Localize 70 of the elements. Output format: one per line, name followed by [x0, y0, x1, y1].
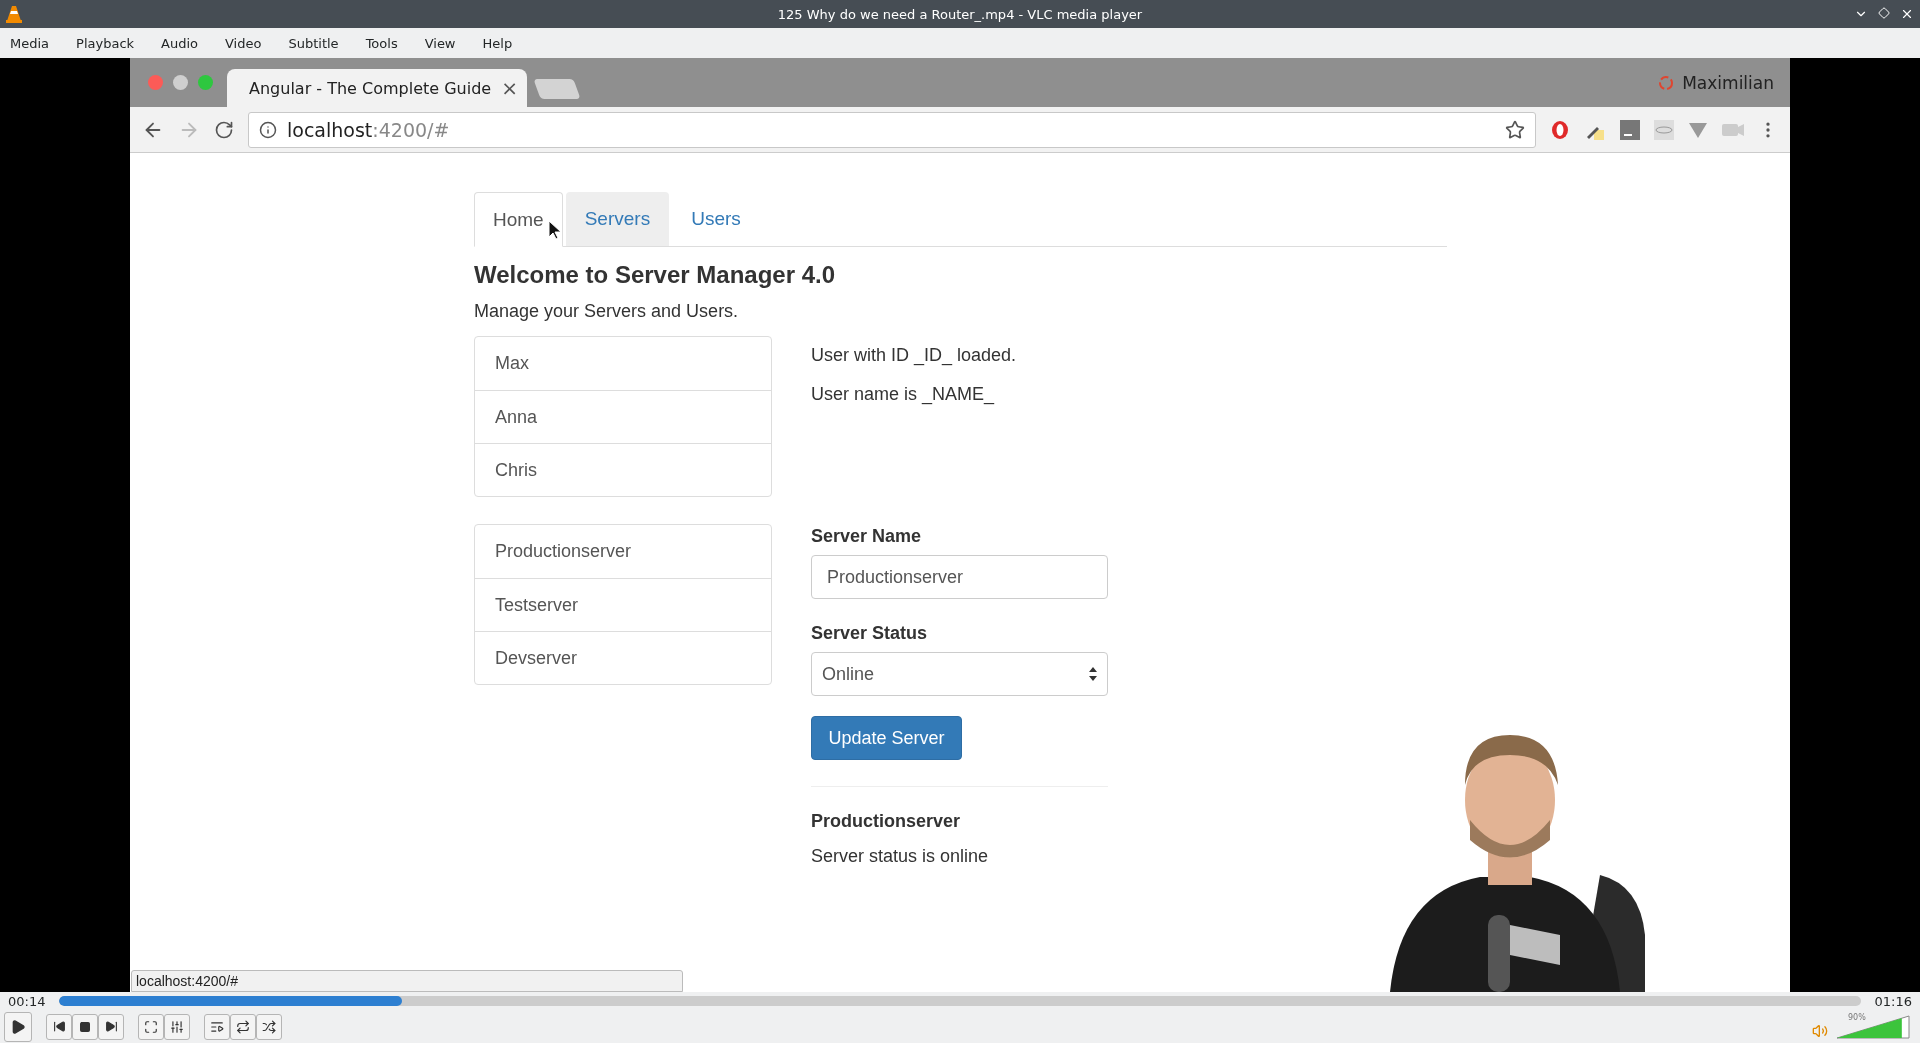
- user-info-text: User with ID _ID_ loaded.: [811, 344, 1018, 368]
- extension-icon[interactable]: [1550, 119, 1570, 140]
- playlist-button[interactable]: [204, 1013, 230, 1040]
- volume-reading: 90%: [1848, 1012, 1866, 1022]
- seek-bar[interactable]: [59, 996, 1861, 1006]
- loop-icon: [236, 1019, 250, 1034]
- previous-icon: [52, 1020, 66, 1033]
- nav-tab[interactable]: Home: [474, 192, 563, 247]
- browser-tab[interactable]: Angular - The Complete Guide ×: [227, 69, 527, 107]
- server-item[interactable]: Productionserver: [475, 525, 771, 578]
- user-item[interactable]: Chris: [475, 443, 771, 496]
- address-field[interactable]: localhost:4200/#: [248, 111, 1536, 148]
- stop-icon: [79, 1020, 91, 1033]
- fullscreen-button[interactable]: [138, 1013, 164, 1040]
- nav-tab[interactable]: Servers: [565, 192, 670, 246]
- url-path: :4200/#: [372, 118, 450, 141]
- update-server-button[interactable]: Update Server: [811, 716, 962, 760]
- menu-item[interactable]: Tools: [365, 35, 408, 51]
- server-name-text: Productionserver: [811, 811, 962, 832]
- status-url: localhost:4200/#: [131, 970, 683, 992]
- user-item[interactable]: Max: [475, 337, 771, 390]
- field-label: Server Name: [811, 526, 923, 547]
- page-heading: Welcome to Server Manager 4.0: [474, 261, 837, 289]
- server-item[interactable]: Testserver: [475, 578, 771, 631]
- server-status-text: Server status is online: [811, 846, 990, 867]
- user-info-text: User name is _NAME_: [811, 383, 996, 407]
- cursor-icon: [549, 221, 561, 239]
- updown-icon: [1089, 667, 1097, 681]
- next-icon: [104, 1020, 118, 1033]
- play-button[interactable]: [4, 1011, 32, 1042]
- loop-button[interactable]: [230, 1013, 256, 1040]
- reload-icon[interactable]: [214, 119, 234, 140]
- next-button[interactable]: [98, 1013, 124, 1040]
- equalizer-button[interactable]: [164, 1013, 190, 1040]
- menu-item[interactable]: Subtitle: [288, 35, 349, 51]
- total-time: 01:16: [1874, 993, 1912, 1009]
- tab-close[interactable]: ×: [501, 76, 518, 100]
- maximize-icon[interactable]: [1878, 7, 1890, 19]
- volume-slider[interactable]: [1836, 1014, 1910, 1039]
- previous-button[interactable]: [46, 1013, 72, 1040]
- menu-item[interactable]: Playback: [76, 35, 145, 51]
- field-label: Server Status: [811, 623, 929, 644]
- stop-button[interactable]: [72, 1013, 98, 1040]
- menu-item[interactable]: Help: [482, 35, 523, 51]
- menu-item[interactable]: Audio: [161, 35, 208, 51]
- window-title: 125 Why do we need a Router_.mp4 - VLC media player: [777, 6, 1143, 22]
- menu-item[interactable]: View: [424, 35, 466, 51]
- page-subheading: Manage your Servers and Users.: [474, 301, 740, 322]
- cone-logo-icon: [6, 5, 22, 23]
- fullscreen-icon: [144, 1019, 158, 1034]
- server-item[interactable]: Devserver: [475, 631, 771, 684]
- server-status-select[interactable]: Online: [811, 652, 1108, 696]
- shuffle-icon: [262, 1019, 276, 1034]
- url-host: localhost: [287, 118, 373, 141]
- star-icon[interactable]: [1505, 119, 1525, 140]
- user-item[interactable]: Anna: [475, 390, 771, 443]
- server-name-field[interactable]: Productionserver: [811, 555, 1108, 599]
- playlist-icon: [210, 1019, 224, 1034]
- close-icon[interactable]: [1900, 7, 1914, 21]
- play-icon: [10, 1018, 26, 1035]
- elapsed-time: 00:14: [8, 993, 46, 1009]
- info-icon: [259, 120, 277, 139]
- sync-icon: [1658, 74, 1675, 91]
- extension-icon[interactable]: [1620, 119, 1640, 140]
- profile-name[interactable]: Maximilian: [1682, 72, 1774, 93]
- sliders-icon: [170, 1019, 184, 1034]
- tab-title: Angular - The Complete Guide: [249, 78, 492, 98]
- menu-item[interactable]: Video: [225, 35, 272, 51]
- shuffle-button[interactable]: [256, 1013, 282, 1040]
- menu-item[interactable]: Media: [10, 35, 60, 51]
